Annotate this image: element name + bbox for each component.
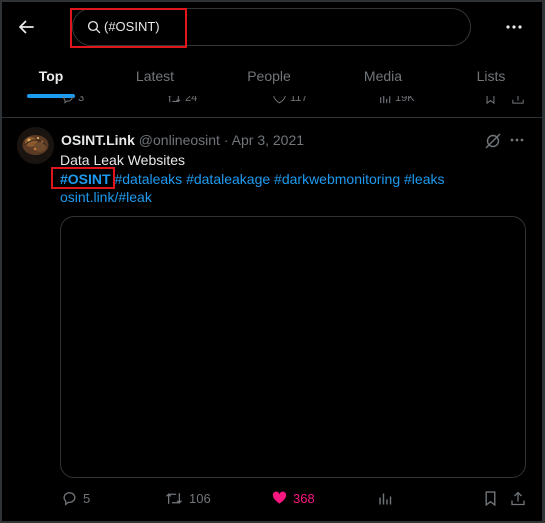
tab-people[interactable]: People bbox=[230, 56, 308, 96]
author-handle[interactable]: @onlineosint bbox=[139, 132, 220, 148]
repost-button[interactable]: 106 bbox=[165, 487, 211, 509]
tweet-divider bbox=[2, 117, 542, 118]
bookmark-button[interactable] bbox=[484, 487, 497, 509]
share-button[interactable] bbox=[511, 487, 525, 509]
reply-icon bbox=[63, 96, 73, 104]
back-button[interactable] bbox=[12, 13, 40, 41]
hashtag-dataleakage[interactable]: #dataleakage bbox=[186, 171, 270, 187]
tweet-actions: 5 106 368 bbox=[0, 487, 545, 509]
repost-icon bbox=[167, 96, 181, 103]
more-horizontal-icon bbox=[510, 138, 524, 142]
reply-count: 5 bbox=[83, 490, 91, 506]
brain-avatar-icon bbox=[17, 127, 54, 164]
like-count: 368 bbox=[293, 490, 315, 506]
tweet-more-button[interactable] bbox=[508, 131, 526, 149]
prev-repost-button[interactable]: 24 bbox=[167, 96, 197, 104]
prev-like-button[interactable]: 117 bbox=[273, 96, 308, 104]
repost-count: 106 bbox=[189, 490, 211, 506]
avatar[interactable] bbox=[17, 127, 54, 164]
hashtag-highlight-box bbox=[51, 167, 115, 189]
tweet-header: OSINT.Link @onlineosint · Apr 3, 2021 bbox=[61, 132, 304, 148]
heart-icon bbox=[273, 96, 286, 104]
arrow-left-icon bbox=[19, 20, 34, 34]
grok-icon bbox=[485, 133, 501, 149]
tweet-date[interactable]: Apr 3, 2021 bbox=[232, 132, 304, 148]
more-options-button[interactable] bbox=[500, 13, 528, 41]
share-icon bbox=[511, 491, 525, 505]
bookmark-icon bbox=[485, 490, 496, 506]
prev-share-button[interactable] bbox=[512, 96, 524, 104]
search-highlight-box bbox=[70, 8, 187, 48]
tweet-link[interactable]: osint.link/#leak bbox=[60, 188, 152, 206]
share-icon bbox=[512, 96, 524, 104]
reply-button[interactable]: 5 bbox=[62, 487, 90, 509]
heart-filled-icon bbox=[272, 491, 287, 504]
bookmark-icon bbox=[486, 96, 495, 104]
prev-views-button[interactable]: 19K bbox=[379, 96, 415, 104]
tweet-media[interactable] bbox=[60, 216, 526, 478]
repost-icon bbox=[166, 492, 182, 504]
prev-bookmark-button[interactable] bbox=[485, 96, 496, 104]
views-icon bbox=[379, 493, 392, 504]
prev-reply-button[interactable]: 3 bbox=[62, 96, 84, 104]
hashtag-dataleaks[interactable]: #dataleaks bbox=[114, 171, 182, 187]
search-tabs: Top Latest People Media Lists bbox=[0, 56, 545, 96]
hashtag-darkwebmonitoring[interactable]: #darkwebmonitoring bbox=[274, 171, 400, 187]
tab-lists[interactable]: Lists bbox=[456, 56, 526, 96]
reply-icon bbox=[63, 491, 76, 506]
hashtag-leaks[interactable]: #leaks bbox=[404, 171, 444, 187]
author-name[interactable]: OSINT.Link bbox=[61, 132, 135, 148]
like-button[interactable]: 368 bbox=[272, 487, 315, 509]
grok-button[interactable] bbox=[484, 132, 502, 150]
header-separator: · bbox=[223, 132, 229, 148]
hashtag-line: #OSINT #dataleaks #dataleakage #darkwebm… bbox=[60, 170, 444, 188]
previous-tweet-actions: 3 24 117 19K bbox=[0, 96, 545, 106]
more-horizontal-icon bbox=[506, 25, 522, 29]
tab-latest[interactable]: Latest bbox=[118, 56, 192, 96]
tab-media[interactable]: Media bbox=[346, 56, 420, 96]
views-button[interactable] bbox=[378, 487, 392, 509]
views-icon bbox=[380, 96, 391, 104]
tab-top[interactable]: Top bbox=[16, 56, 86, 96]
